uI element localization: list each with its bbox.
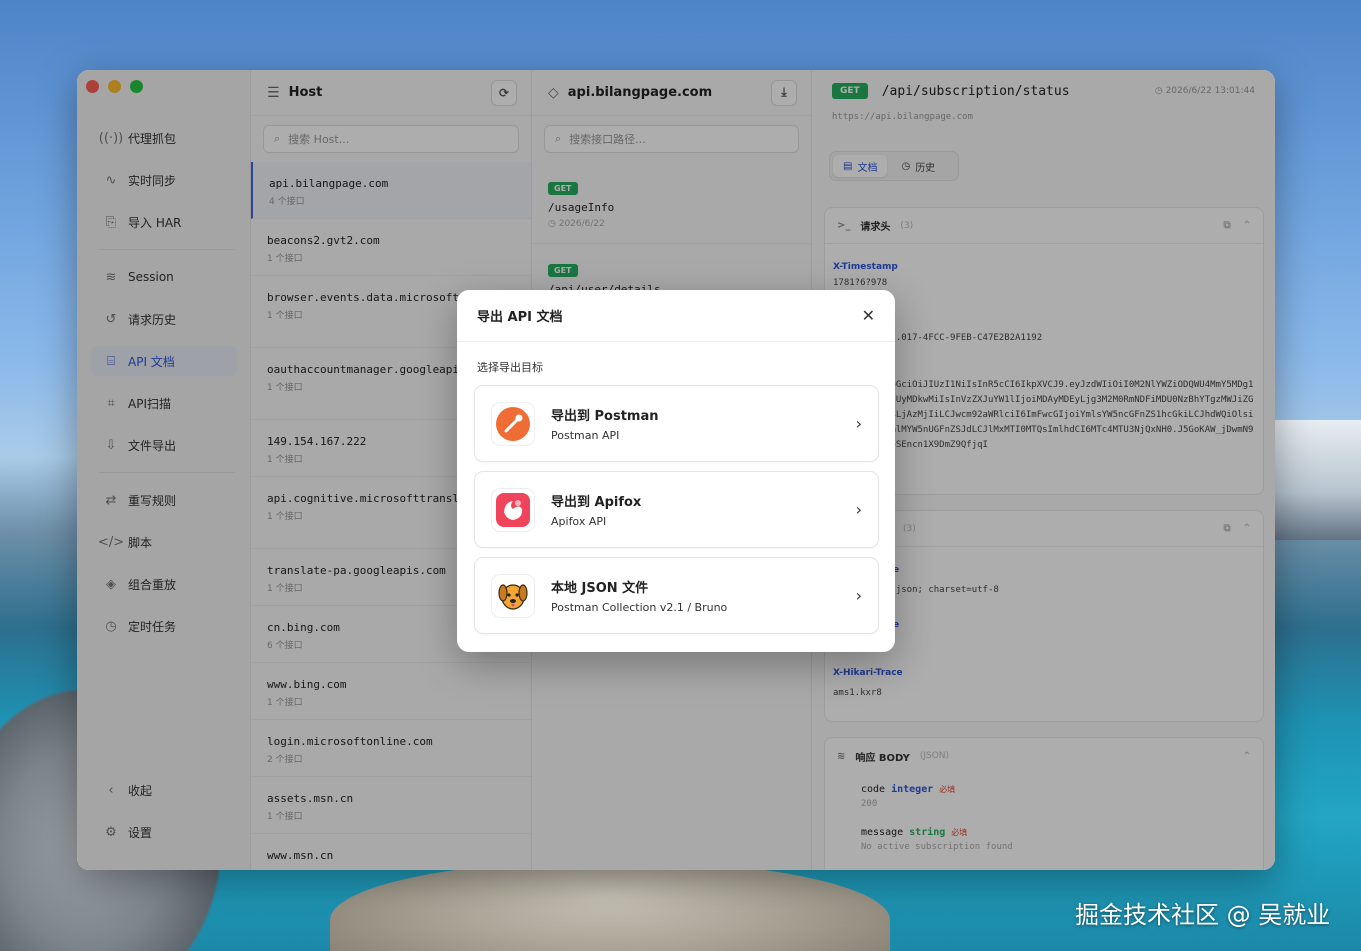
export-apifox-option[interactable]: 导出到 Apifox Apifox API ›: [474, 471, 879, 548]
bruno-dog-icon: [491, 573, 535, 618]
app-window: ((·)) 代理抓包 ∿ 实时同步 ⎘ 导入 HAR ≋ Session ↺ 请求历史 ⌸…: [77, 70, 1275, 870]
postman-icon: [491, 401, 535, 446]
modal-title: 导出 API 文档: [477, 310, 563, 325]
background-rock: [330, 860, 890, 951]
option-subtitle: Postman Collection v2.1 / Bruno: [551, 601, 728, 614]
modal-subtitle: 选择导出目标: [477, 361, 543, 374]
export-modal: 导出 API 文档 ✕ 选择导出目标 导出到 Postman Postman API…: [457, 290, 895, 652]
export-json-option[interactable]: 本地 JSON 文件 Postman Collection v2.1 / Brun…: [474, 557, 879, 634]
chevron-right-icon: ›: [855, 500, 862, 519]
apifox-icon: [491, 487, 535, 532]
option-title: 导出到 Apifox: [551, 495, 642, 510]
option-subtitle: Postman API: [551, 429, 620, 442]
close-icon[interactable]: ✕: [862, 306, 875, 325]
watermark: 掘金技术社区 @ 吴就业: [1075, 901, 1331, 929]
export-postman-option[interactable]: 导出到 Postman Postman API ›: [474, 385, 879, 462]
modal-header: 导出 API 文档 ✕: [457, 290, 895, 342]
option-subtitle: Apifox API: [551, 515, 607, 528]
option-title: 导出到 Postman: [551, 409, 659, 424]
chevron-right-icon: ›: [855, 414, 862, 433]
chevron-right-icon: ›: [855, 586, 862, 605]
option-title: 本地 JSON 文件: [551, 581, 649, 596]
